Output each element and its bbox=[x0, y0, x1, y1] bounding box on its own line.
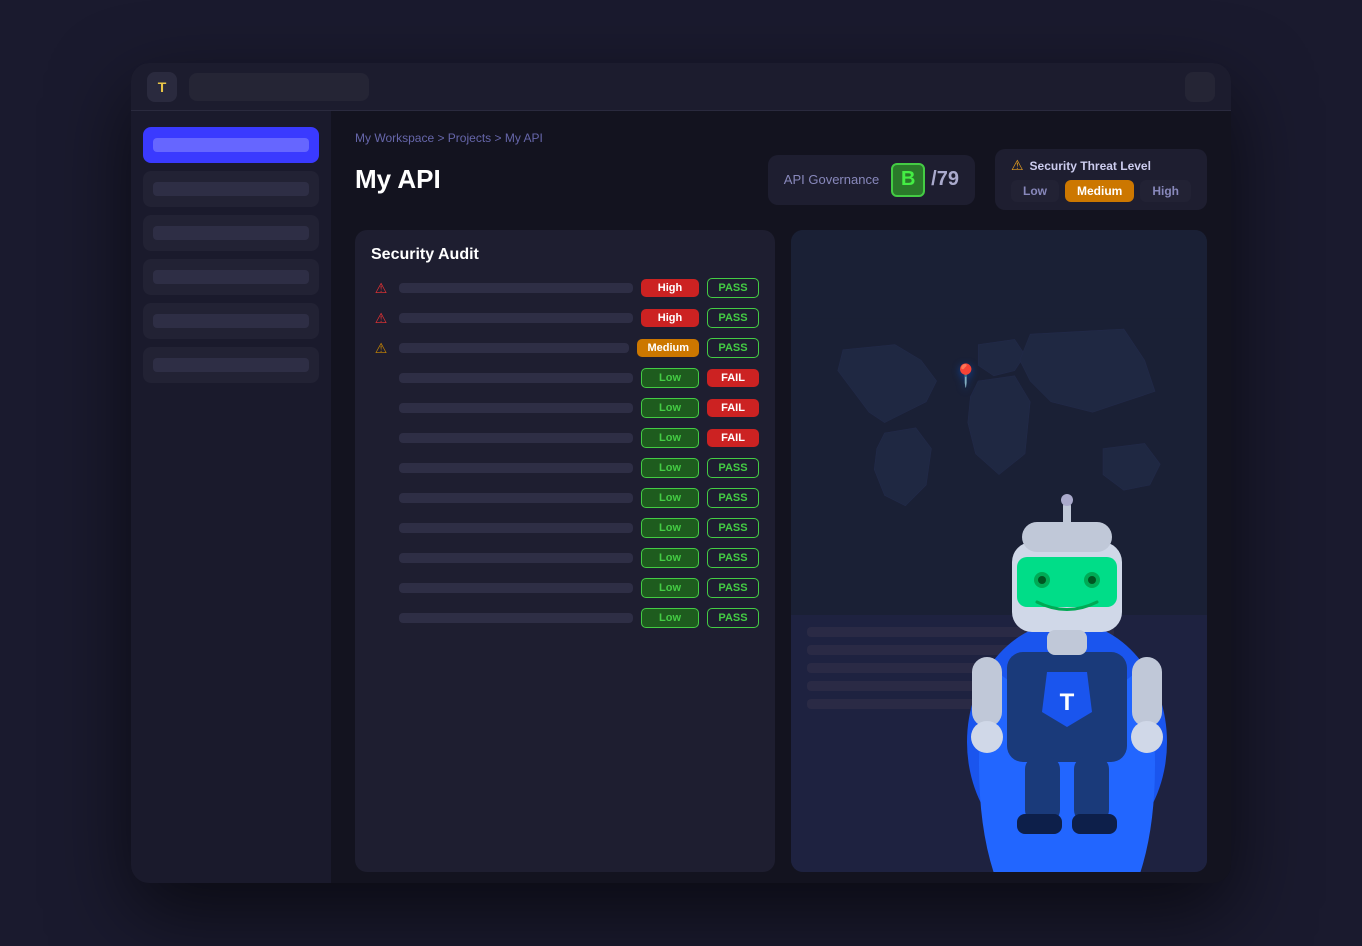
result-badge-pass: PASS bbox=[707, 278, 759, 298]
severity-badge-low: Low bbox=[641, 398, 699, 418]
severity-badge-low: Low bbox=[641, 368, 699, 388]
threat-low-button[interactable]: Low bbox=[1011, 180, 1059, 202]
sidebar-item-4[interactable] bbox=[143, 303, 319, 339]
audit-row: ⚠ Medium PASS bbox=[371, 338, 759, 358]
result-badge-fail: FAIL bbox=[707, 399, 759, 417]
audit-row: Low PASS bbox=[371, 518, 759, 538]
api-governance-score: B /79 bbox=[891, 163, 959, 197]
app-logo: T bbox=[147, 72, 177, 102]
severity-badge-high: High bbox=[641, 309, 699, 327]
result-badge-pass: PASS bbox=[707, 458, 759, 478]
sidebar bbox=[131, 111, 331, 883]
map-location-pin: 📍 bbox=[952, 363, 979, 389]
grade-badge: B bbox=[891, 163, 925, 197]
threat-header: ⚠ Security Threat Level bbox=[1011, 157, 1191, 174]
main-layout: My Workspace > Projects > My API My API … bbox=[131, 111, 1231, 883]
audit-bar bbox=[399, 283, 633, 293]
info-line-4 bbox=[807, 681, 999, 691]
map-info-panel bbox=[791, 615, 1207, 872]
page-title: My API bbox=[355, 164, 748, 195]
result-badge-pass: PASS bbox=[707, 338, 759, 358]
warning-orange-icon: ⚠ bbox=[371, 340, 391, 357]
threat-high-button[interactable]: High bbox=[1140, 180, 1191, 202]
sidebar-item-0[interactable] bbox=[143, 127, 319, 163]
audit-bar bbox=[399, 583, 633, 593]
audit-row: Low FAIL bbox=[371, 428, 759, 448]
breadcrumb: My Workspace > Projects > My API bbox=[355, 131, 1207, 145]
audit-bar bbox=[399, 493, 633, 503]
result-badge-pass: PASS bbox=[707, 308, 759, 328]
user-avatar[interactable] bbox=[1185, 72, 1215, 102]
info-line-3 bbox=[807, 663, 1076, 673]
audit-bar bbox=[399, 343, 629, 353]
audit-bar bbox=[399, 403, 633, 413]
sidebar-item-3[interactable] bbox=[143, 259, 319, 295]
warning-red-icon: ⚠ bbox=[371, 310, 391, 327]
audit-bar bbox=[399, 613, 633, 623]
audit-row: Low PASS bbox=[371, 488, 759, 508]
top-bar: T bbox=[131, 63, 1231, 111]
world-map: 📍 bbox=[791, 230, 1207, 615]
severity-badge-low: Low bbox=[641, 608, 699, 628]
info-line-1 bbox=[807, 627, 1114, 637]
severity-badge-low: Low bbox=[641, 458, 699, 478]
api-governance-label: API Governance bbox=[784, 172, 879, 187]
result-badge-pass: PASS bbox=[707, 578, 759, 598]
audit-bar bbox=[399, 373, 633, 383]
page-header: My API API Governance B /79 ⚠ Security T… bbox=[355, 149, 1207, 210]
security-audit-panel: Security Audit ⚠ High PASS ⚠ High PASS bbox=[355, 230, 775, 872]
two-col-layout: Security Audit ⚠ High PASS ⚠ High PASS bbox=[355, 230, 1207, 872]
sidebar-item-2[interactable] bbox=[143, 215, 319, 251]
severity-badge-low: Low bbox=[641, 518, 699, 538]
threat-warning-icon: ⚠ bbox=[1011, 157, 1024, 174]
severity-badge-low: Low bbox=[641, 488, 699, 508]
score-number: /79 bbox=[931, 168, 959, 191]
warning-red-icon: ⚠ bbox=[371, 280, 391, 297]
threat-medium-button[interactable]: Medium bbox=[1065, 180, 1134, 202]
threat-level-widget: ⚠ Security Threat Level Low Medium High bbox=[995, 149, 1207, 210]
audit-bar bbox=[399, 523, 633, 533]
severity-badge-low: Low bbox=[641, 578, 699, 598]
map-panel: 📍 bbox=[791, 230, 1207, 872]
audit-title: Security Audit bbox=[371, 246, 759, 264]
audit-row: Low FAIL bbox=[371, 398, 759, 418]
audit-bar bbox=[399, 313, 633, 323]
api-governance-widget: API Governance B /79 bbox=[768, 155, 975, 205]
severity-badge-high: High bbox=[641, 279, 699, 297]
info-line-5 bbox=[807, 699, 1037, 709]
result-badge-pass: PASS bbox=[707, 518, 759, 538]
audit-row: Low FAIL bbox=[371, 368, 759, 388]
audit-row: Low PASS bbox=[371, 548, 759, 568]
result-badge-pass: PASS bbox=[707, 548, 759, 568]
severity-badge-medium: Medium bbox=[637, 339, 699, 357]
audit-row: Low PASS bbox=[371, 608, 759, 628]
audit-row: Low PASS bbox=[371, 458, 759, 478]
sidebar-item-5[interactable] bbox=[143, 347, 319, 383]
world-map-svg bbox=[791, 230, 1207, 615]
content-area: My Workspace > Projects > My API My API … bbox=[331, 111, 1231, 883]
result-badge-pass: PASS bbox=[707, 608, 759, 628]
audit-bar bbox=[399, 463, 633, 473]
audit-bar bbox=[399, 433, 633, 443]
info-line-2 bbox=[807, 645, 1057, 655]
severity-badge-low: Low bbox=[641, 428, 699, 448]
audit-row: Low PASS bbox=[371, 578, 759, 598]
result-badge-fail: FAIL bbox=[707, 369, 759, 387]
severity-badge-low: Low bbox=[641, 548, 699, 568]
threat-title: Security Threat Level bbox=[1030, 159, 1151, 173]
audit-bar bbox=[399, 553, 633, 563]
audit-row: ⚠ High PASS bbox=[371, 278, 759, 298]
audit-row: ⚠ High PASS bbox=[371, 308, 759, 328]
sidebar-item-1[interactable] bbox=[143, 171, 319, 207]
search-bar[interactable] bbox=[189, 73, 369, 101]
result-badge-fail: FAIL bbox=[707, 429, 759, 447]
screen-wrapper: T bbox=[131, 63, 1231, 883]
threat-buttons: Low Medium High bbox=[1011, 180, 1191, 202]
result-badge-pass: PASS bbox=[707, 488, 759, 508]
